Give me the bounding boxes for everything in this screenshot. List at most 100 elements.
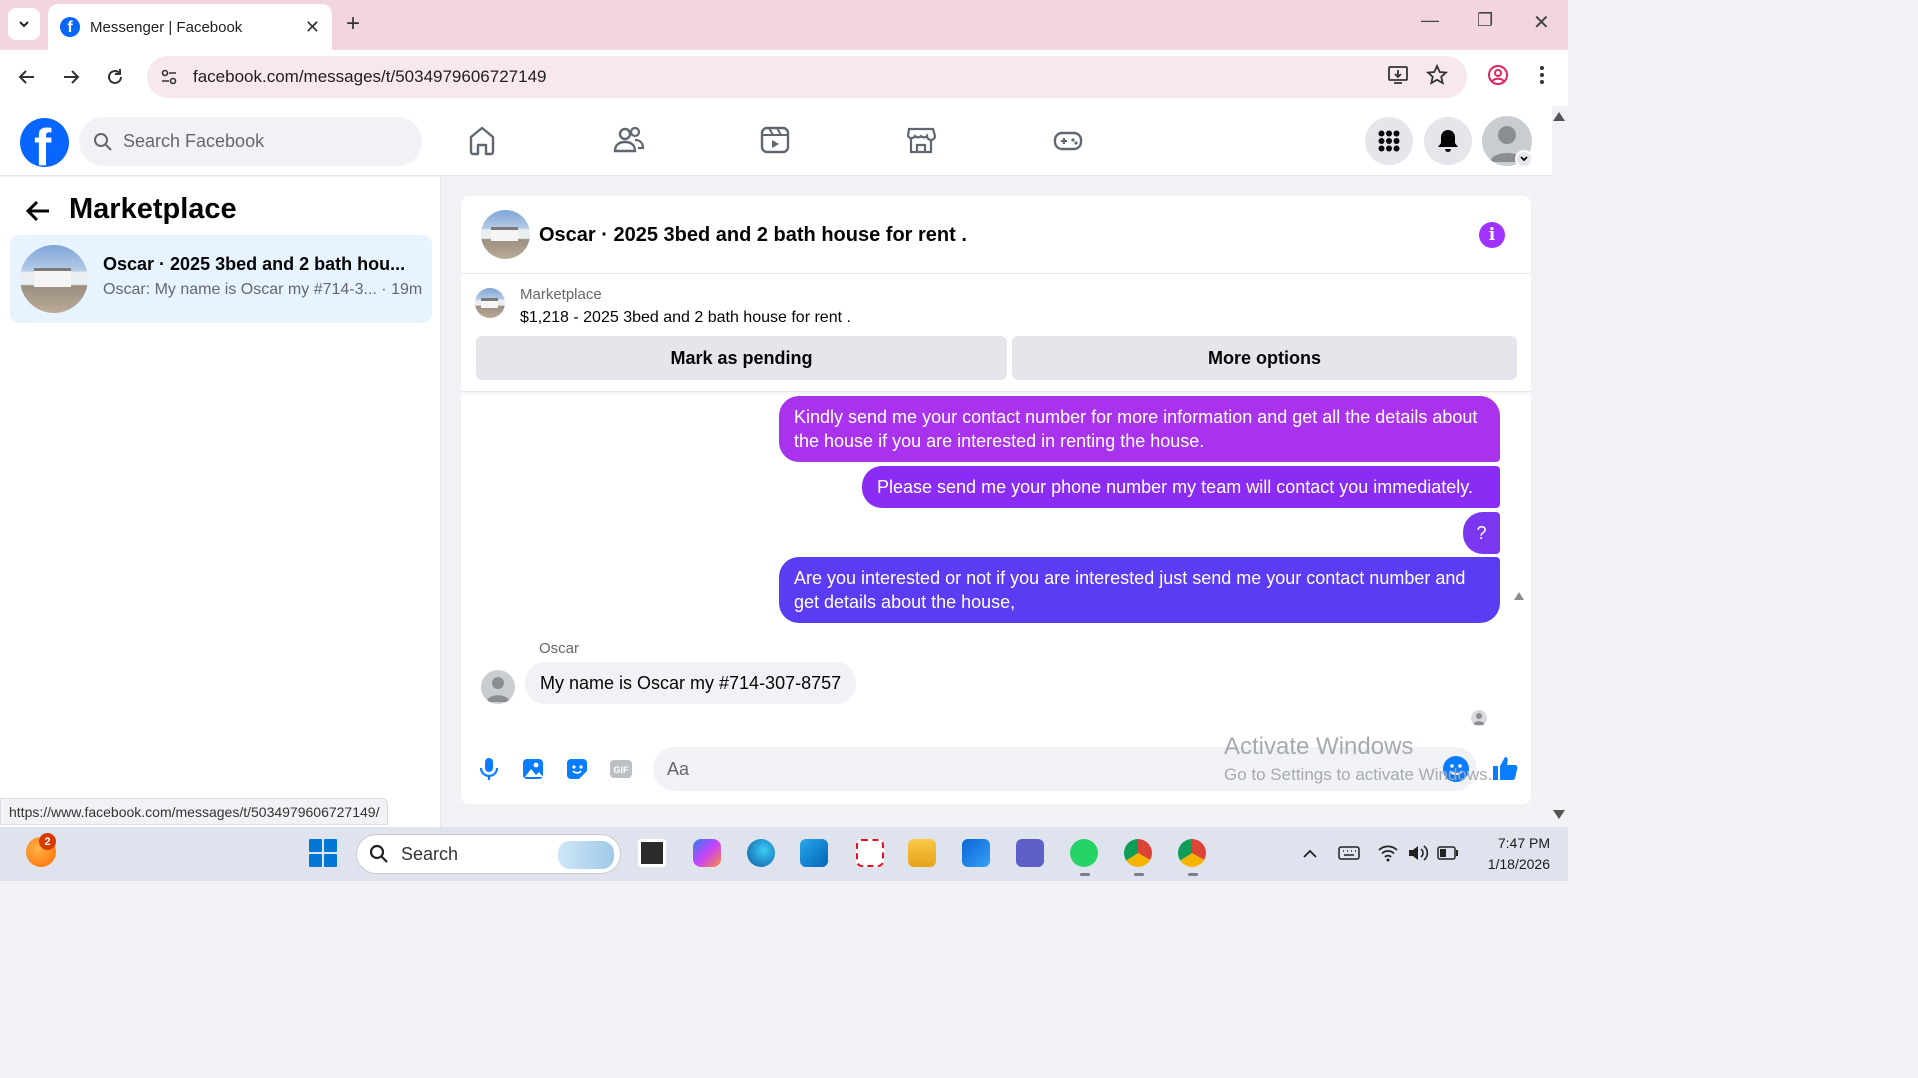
copilot-icon[interactable] [693,839,721,867]
chrome-profile-icon[interactable] [1178,839,1206,867]
favicon-letter: f [67,19,73,36]
site-settings-icon[interactable] [159,67,179,87]
tab-search-button[interactable] [8,8,40,40]
marketplace-conversation-list: Marketplace Oscar · 2025 3bed and 2 bath… [0,177,441,827]
listing-thumbnail[interactable] [475,288,505,318]
facebook-favicon-icon: f [60,17,80,37]
page-scroll-down-icon[interactable] [1553,810,1565,819]
scroll-up-arrow-icon[interactable] [1514,592,1524,600]
chat-panel: Oscar · 2025 3bed and 2 bath house for r… [461,196,1531,804]
link-status-bubble: https://www.facebook.com/messages/t/5034… [0,798,389,825]
tab-title: Messenger | Facebook [90,18,243,36]
mic-icon[interactable] [476,756,502,782]
system-clock[interactable]: 7:47 PM 1/18/2026 [1470,833,1550,875]
listing-banner: Marketplace $1,218 - 2025 3bed and 2 bat… [461,274,1531,392]
close-icon[interactable]: ✕ [305,17,320,38]
chevron-up-icon[interactable] [1302,847,1318,859]
search-placeholder: Search Facebook [123,131,265,151]
listing-detail[interactable]: $1,218 - 2025 3bed and 2 bath house for … [520,309,851,327]
chat-header: Oscar · 2025 3bed and 2 bath house for r… [461,196,1531,274]
conversation-item[interactable]: Oscar · 2025 3bed and 2 bath hou... Osca… [10,235,432,323]
battery-icon[interactable] [1437,846,1459,860]
menu-grid-button[interactable] [1365,117,1413,165]
message-bubble-outgoing[interactable]: ? [1463,512,1500,554]
panel-title: Marketplace [69,193,237,225]
taskbar-search[interactable]: Search [356,834,621,874]
teams-icon[interactable] [1016,839,1044,867]
home-icon[interactable] [467,124,497,156]
image-icon[interactable] [520,756,546,782]
message-composer: GIF Aa [461,740,1531,804]
browser-toolbar: facebook.com/messages/t/5034979606727149 [0,50,1568,106]
sender-avatar[interactable] [481,670,515,704]
keyboard-icon[interactable] [1338,845,1360,861]
gif-icon[interactable]: GIF [608,756,634,782]
marketplace-icon[interactable] [906,124,936,156]
menu-grid-icon [1378,130,1400,152]
reload-icon[interactable] [100,62,130,92]
forward-icon[interactable] [56,62,86,92]
notifications-button[interactable] [1424,117,1472,165]
minimize-icon[interactable]: — [1421,10,1439,31]
facebook-header: f Search Facebook [0,106,1552,176]
address-text: facebook.com/messages/t/5034979606727149 [193,67,547,86]
facebook-search[interactable]: Search Facebook [79,117,422,166]
chat-avatar[interactable] [481,210,530,259]
chrome-icon[interactable] [1124,839,1152,867]
taskbar-search-label: Search [401,843,459,864]
emoji-icon[interactable] [1443,756,1469,782]
whatsapp-icon[interactable] [1070,839,1098,867]
clock-date: 1/18/2026 [1487,856,1550,872]
browser-tab[interactable]: f Messenger | Facebook ✕ [48,4,332,50]
message-bubble-outgoing[interactable]: Kindly send me your contact number for m… [779,396,1500,462]
message-input[interactable]: Aa [653,747,1477,791]
bell-icon [1438,130,1458,152]
restore-icon[interactable]: ❐ [1477,10,1493,31]
sticker-icon[interactable] [564,756,590,782]
arrow-left-icon[interactable] [24,197,52,225]
svg-text:GIF: GIF [614,765,630,775]
running-indicator [1080,873,1090,876]
edge-icon[interactable] [747,839,775,867]
thumbs-up-icon[interactable] [1491,754,1519,782]
seen-indicator-avatar [1471,710,1487,726]
new-tab-button[interactable]: + [346,12,360,36]
video-icon[interactable] [760,124,790,156]
chat-title[interactable]: Oscar · 2025 3bed and 2 bath house for r… [539,224,967,247]
page-scroll-up-icon[interactable] [1553,112,1565,121]
friends-icon[interactable] [613,124,645,156]
address-bar[interactable]: facebook.com/messages/t/5034979606727149 [147,56,1467,98]
mark-as-pending-button[interactable]: Mark as pending [476,336,1007,380]
search-icon [94,132,112,151]
snipping-tool-icon[interactable] [856,839,884,867]
message-bubble-outgoing[interactable]: Please send me your phone number my team… [862,466,1500,508]
gaming-icon[interactable] [1053,124,1083,156]
volume-icon[interactable] [1407,844,1429,862]
message-bubble-incoming[interactable]: My name is Oscar my #714-307-8757 [525,662,857,704]
sender-name: Oscar [539,640,580,657]
facebook-logo[interactable]: f [20,118,69,167]
conversation-title: Oscar · 2025 3bed and 2 bath hou... [103,254,406,274]
default-avatar-icon [486,677,510,702]
message-list: Kindly send me your contact number for m… [461,392,1531,732]
outlook-icon[interactable] [800,839,828,867]
task-view-icon[interactable] [638,839,666,867]
more-options-button[interactable]: More options [1012,336,1517,380]
search-highlight-art [558,841,614,869]
running-indicator [1134,873,1144,876]
windows-start-icon[interactable] [309,839,337,867]
wifi-icon[interactable] [1378,844,1398,862]
close-window-icon[interactable]: ✕ [1533,10,1550,35]
install-icon[interactable] [1387,64,1409,86]
store-icon[interactable] [962,839,990,867]
file-explorer-icon[interactable] [908,839,936,867]
browser-tab-bar: f Messenger | Facebook ✕ + — ❐ ✕ [0,0,1568,50]
weather-badge: 2 [39,833,56,850]
star-icon[interactable] [1426,64,1448,86]
profile-icon[interactable] [1487,64,1509,86]
back-icon[interactable] [12,62,42,92]
account-menu-caret[interactable] [1515,150,1533,168]
more-vert-icon[interactable] [1532,64,1552,86]
message-bubble-outgoing[interactable]: Are you interested or not if you are int… [779,557,1500,623]
info-icon[interactable]: i [1479,222,1505,248]
